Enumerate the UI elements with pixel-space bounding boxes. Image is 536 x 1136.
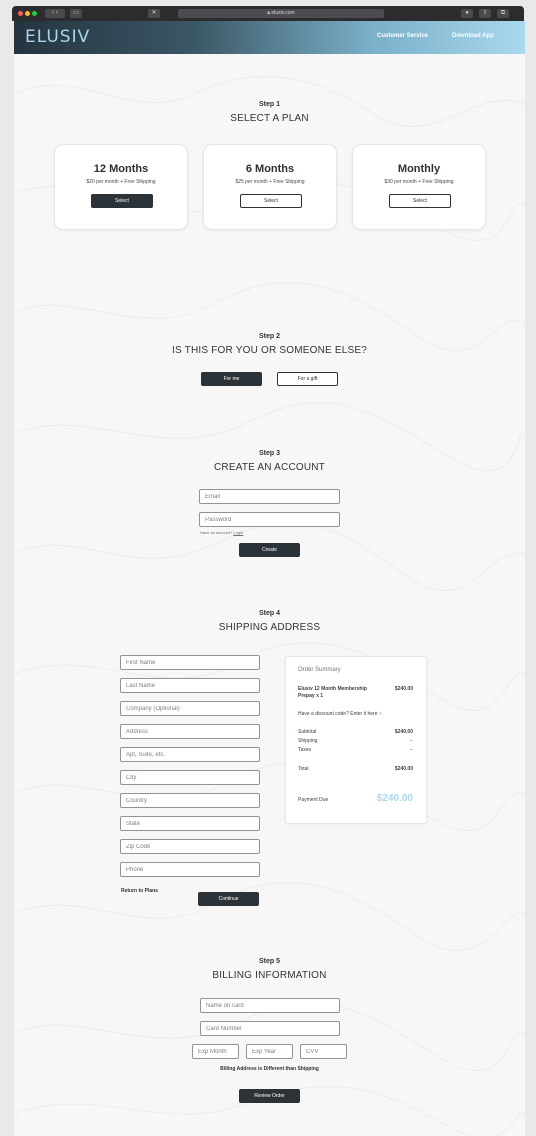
plan-card-6-months[interactable]: 6 Months $25 per month + Free Shipping S…	[203, 144, 337, 230]
exp-month-input[interactable]	[192, 1044, 239, 1059]
company-input[interactable]	[120, 701, 260, 716]
taxes-value: --	[409, 747, 413, 753]
return-to-plans-link[interactable]: Return to Plans	[121, 888, 158, 894]
site-header: ELUSIV Customer Service Download App	[14, 21, 525, 54]
nav-customer-service[interactable]: Customer Service	[377, 33, 428, 39]
address-bar[interactable]: 🔒︎ elusiv.com	[178, 9, 384, 18]
city-input[interactable]	[120, 770, 260, 785]
step3-label: Step 3	[258, 450, 280, 457]
tabs-button[interactable]: ⧉	[497, 9, 509, 18]
step2-title: IS THIS FOR YOU OR SOMEONE ELSE?	[172, 345, 367, 356]
plan-title: 12 Months	[93, 163, 149, 175]
browser-toolbar: ‹ › ▭ ✕ 🔒︎ elusiv.com ● ⇧ ⧉	[12, 6, 524, 21]
plan-card-12-months[interactable]: 12 Months $20 per month + Free Shipping …	[54, 144, 188, 230]
minimize-window-icon[interactable]	[25, 11, 30, 16]
subtotal-label: Subtotal	[298, 729, 317, 735]
lock-icon: 🔒︎	[267, 10, 271, 16]
url-text: elusiv.com	[271, 10, 295, 16]
plan-title: 6 Months	[245, 163, 295, 175]
tools-icon: ✕	[151, 10, 157, 16]
step1-title: SELECT A PLAN	[230, 113, 309, 124]
select-6-months-button[interactable]: Select	[240, 194, 302, 208]
discount-text: Have a discount code? Enter it here	[298, 711, 378, 717]
billing-different-toggle[interactable]: Billing Address is Different than Shippi…	[14, 1066, 525, 1072]
chevron-right-icon: >	[378, 711, 382, 717]
state-input[interactable]	[120, 816, 260, 831]
plan-price: $30 per month + Free Shipping	[384, 179, 454, 185]
plan-title: Monthly	[397, 163, 441, 175]
have-account-label: Have an account?	[200, 530, 233, 535]
payment-due-label: Payment Due	[298, 797, 329, 803]
apt-input[interactable]	[120, 747, 260, 762]
select-monthly-button[interactable]: Select	[389, 194, 451, 208]
share-icon: ⇧	[482, 10, 488, 16]
country-input[interactable]	[120, 793, 260, 808]
item-price: $240.00	[394, 686, 413, 692]
select-12-months-button[interactable]: Select	[91, 194, 153, 208]
nav-download-app[interactable]: Download App	[452, 33, 494, 39]
create-account-button[interactable]: Create	[239, 543, 300, 557]
login-link[interactable]: Login	[233, 530, 243, 535]
plan-card-monthly[interactable]: Monthly $30 per month + Free Shipping Se…	[352, 144, 486, 230]
subtotal-value: $240.00	[394, 729, 413, 735]
elusiv-logo[interactable]: ELUSIV	[25, 27, 90, 47]
address-input[interactable]	[120, 724, 260, 739]
review-order-button[interactable]: Review Order	[239, 1089, 300, 1103]
shipping-value: --	[409, 738, 413, 744]
total-label: Total	[298, 766, 309, 772]
sidebar-toggle-button[interactable]: ▭	[70, 9, 82, 18]
payment-due-value: $240.00	[376, 793, 413, 804]
download-icon: ●	[465, 10, 469, 16]
card-number-input[interactable]	[200, 1021, 340, 1036]
step4-label: Step 4	[258, 610, 280, 617]
have-account-text: Have an account? Login	[200, 530, 243, 535]
phone-input[interactable]	[120, 862, 260, 877]
taxes-label: Taxes	[298, 747, 312, 753]
name-on-card-input[interactable]	[200, 998, 340, 1013]
step3-title: CREATE AN ACCOUNT	[213, 462, 325, 473]
zip-code-input[interactable]	[120, 839, 260, 854]
plan-price: $20 per month + Free Shipping	[86, 179, 156, 185]
back-forward-buttons[interactable]: ‹ ›	[45, 9, 65, 18]
tabs-icon: ⧉	[500, 10, 506, 16]
share-button[interactable]: ⇧	[479, 9, 491, 18]
password-input[interactable]	[199, 512, 340, 527]
step2-label: Step 2	[258, 333, 280, 340]
email-input[interactable]	[199, 489, 340, 504]
item-quantity: Prepay x 1	[298, 693, 324, 699]
chevron-left-icon: ‹ ›	[52, 10, 58, 16]
checkout-page: Step 1 SELECT A PLAN 12 Months $20 per m…	[14, 54, 525, 1136]
maximize-window-icon[interactable]	[32, 11, 37, 16]
step5-label: Step 5	[258, 958, 280, 965]
for-me-button[interactable]: For me	[201, 372, 262, 386]
order-summary-panel: Order Summary Elusiv 12 Month Membership…	[285, 656, 427, 824]
order-summary-title: Order Summary	[298, 667, 341, 673]
first-name-input[interactable]	[120, 655, 260, 670]
for-a-gift-button[interactable]: For a gift	[277, 372, 338, 386]
step4-title: SHIPPING ADDRESS	[218, 622, 321, 633]
total-value: $240.00	[394, 766, 413, 772]
sidebar-icon: ▭	[73, 10, 79, 16]
downloads-button[interactable]: ●	[461, 9, 473, 18]
step1-label: Step 1	[258, 101, 280, 108]
continue-button[interactable]: Continue	[198, 892, 259, 906]
item-name: Elusiv 12 Month Membership	[298, 686, 367, 692]
last-name-input[interactable]	[120, 678, 260, 693]
plan-price: $25 per month + Free Shipping	[235, 179, 305, 185]
exp-year-input[interactable]	[246, 1044, 293, 1059]
membership-item: Elusiv 12 Month Membership Prepay x 1	[298, 686, 367, 700]
close-window-icon[interactable]	[18, 11, 23, 16]
discount-code-link[interactable]: Have a discount code? Enter it here >	[298, 711, 382, 717]
extension-button[interactable]: ✕	[148, 9, 160, 18]
shipping-label: Shipping	[298, 738, 318, 744]
step5-title: BILLING INFORMATION	[212, 970, 327, 981]
cvv-input[interactable]	[300, 1044, 347, 1059]
